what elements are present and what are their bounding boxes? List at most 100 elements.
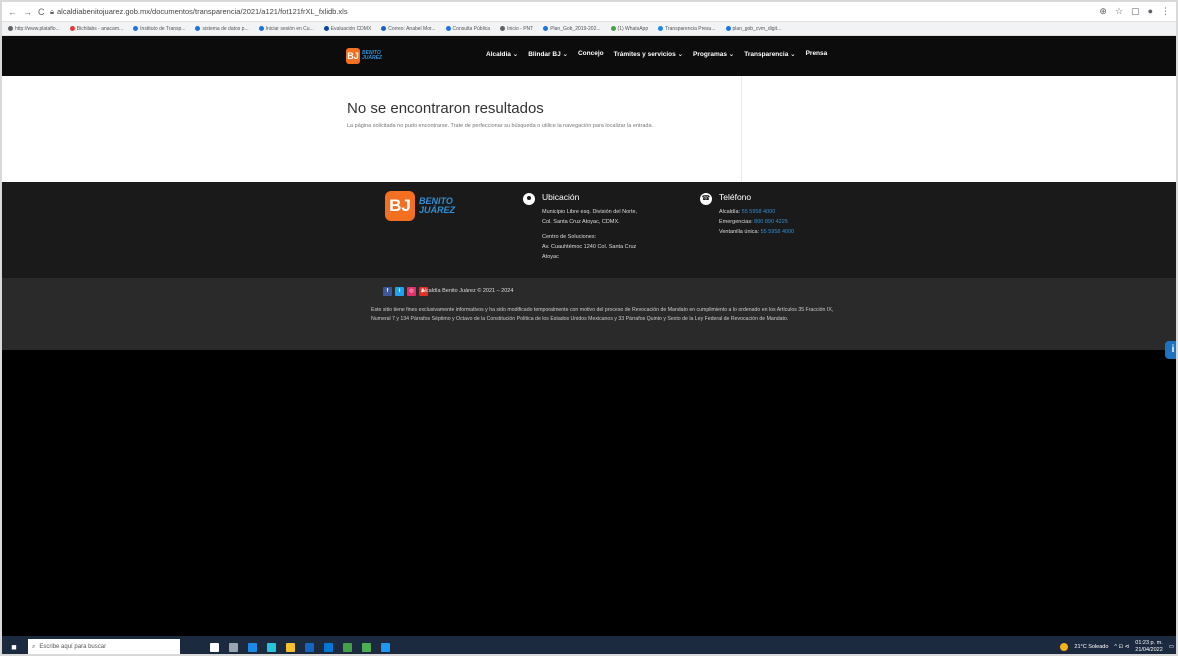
bookmark-favicon-icon — [69, 26, 75, 31]
bookmark-item[interactable]: Consulta Pública — [445, 25, 491, 32]
address-line: Municipio Libre esq. División del Norte, — [542, 209, 638, 215]
bookmark-favicon-icon — [725, 26, 731, 31]
taskbar-apps — [210, 642, 390, 652]
bookmark-label: Correo: Anabel Mor... — [388, 25, 436, 32]
phone-row: Alcaldía: 55 5958 4000 — [719, 209, 776, 215]
phone-row: Emergencias: 800 890 4225 — [719, 219, 788, 225]
bookmark-item[interactable]: Correo: Anabel Mor... — [381, 25, 436, 32]
page-blank-area — [2, 350, 1176, 636]
bookmark-favicon-icon — [658, 26, 664, 31]
location-address: Municipio Libre esq. División del Norte,… — [542, 207, 637, 262]
legal-notice: Este sitio tiene fines exclusivamente in… — [371, 307, 834, 322]
phone-link[interactable]: 55 5958 4000 — [761, 229, 795, 235]
notifications-icon[interactable]: ▭ — [1169, 644, 1174, 650]
bookmark-item[interactable]: Plan_Gob_2019-202... — [543, 26, 601, 32]
bookmark-item[interactable]: Inicio - PNT — [500, 26, 533, 32]
footer-logo-text: BENITO JUÁREZ — [419, 196, 456, 215]
nav-menu-item[interactable]: Concejo — [578, 50, 604, 58]
taskbar-app-icon[interactable] — [286, 642, 295, 652]
not-found-message: La página solicitada no pudo encontrarse… — [347, 123, 654, 129]
url-text: alcaldiabenitojuarez.gob.mx/documentos/t… — [57, 6, 348, 16]
bookmark-item[interactable]: http://www.plataflo... — [8, 26, 60, 32]
taskbar-app-icon[interactable] — [362, 642, 371, 652]
address-line: Av. Cuauhtémoc 1240 Col. Santa Cruz — [542, 244, 637, 250]
taskbar-app-icon[interactable] — [324, 642, 333, 652]
menu-icon[interactable]: ⋮ — [1161, 6, 1170, 17]
bookmark-favicon-icon — [543, 26, 549, 31]
weather-text[interactable]: 21°C Soleado — [1074, 644, 1108, 650]
bookmark-item[interactable]: Instituto de Transp... — [133, 26, 185, 32]
taskbar-app-icon[interactable] — [267, 642, 276, 652]
page-title: No se encontraron resultados — [347, 100, 544, 117]
phone-link[interactable]: 55 5958 4000 — [742, 209, 776, 215]
bookmark-favicon-icon — [195, 26, 201, 31]
bookmark-item[interactable]: (1) WhatsApp — [610, 25, 649, 32]
bookmark-favicon-icon — [445, 26, 451, 31]
bookmark-label: Evaluación CDMX — [330, 25, 372, 32]
url-field[interactable]: 🔒︎ alcaldiabenitojuarez.gob.mx/documentos… — [50, 7, 1099, 17]
address-line: Centro de Soluciones: — [542, 234, 597, 240]
clock[interactable]: 01:23 p. m. 21/04/2022 — [1135, 640, 1163, 654]
back-icon[interactable]: ← — [8, 7, 17, 17]
bookmark-item[interactable]: Bichilabs - anacam... — [69, 25, 124, 32]
main-menu: Alcaldía ⌄ Blindar BJ ⌄ Concejo Trámites y … — [486, 50, 827, 58]
bookmark-label: Bichilabs - anacam... — [76, 25, 124, 32]
bookmark-label: http://www.plataflo... — [15, 25, 60, 32]
weather-icon — [1060, 643, 1069, 651]
sidebar-divider — [741, 76, 742, 182]
nav-menu-item[interactable]: Blindar BJ ⌄ — [528, 50, 568, 58]
main-content: No se encontraron resultados La página s… — [2, 76, 1176, 182]
profile-icon[interactable]: ● — [1148, 6, 1153, 17]
bookmark-item[interactable]: Iniciar sesión en Cu... — [258, 26, 314, 32]
windows-start-icon[interactable]: ■ — [6, 636, 22, 654]
bookmark-favicon-icon — [133, 26, 139, 31]
taskbar-search[interactable]: ⌕ Escribe aquí para buscar — [28, 639, 180, 654]
accessibility-icon[interactable]: i — [1165, 341, 1176, 359]
facebook-icon[interactable]: f — [383, 287, 392, 296]
bookmark-item[interactable]: plan_gob_cvm_digit... — [725, 26, 781, 32]
system-tray: 21°C Soleado ^ ⊡ ⊲ 01:23 p. m. 21/04/2022… — [1060, 636, 1174, 654]
phone-title: Teléfono — [719, 192, 752, 202]
site-header: BJ BENITO JUÁREZ Alcaldía ⌄ Blindar BJ ⌄ Co… — [2, 36, 1176, 76]
screen: ← → C 🔒︎ alcaldiabenitojuarez.gob.mx/docu… — [0, 0, 1178, 656]
browser-address-bar: ← → C 🔒︎ alcaldiabenitojuarez.gob.mx/docu… — [2, 2, 1176, 22]
copyright-bar: f t ◎ ▶ Alcaldía Benito Juárez © 2021 – 202… — [2, 278, 1176, 350]
bookmark-favicon-icon — [500, 26, 506, 31]
copyright-text: Alcaldía Benito Juárez © 2021 – 2024 — [421, 288, 514, 294]
bookmark-favicon-icon — [381, 26, 387, 31]
bookmark-label: Instituto de Transp... — [140, 25, 186, 32]
bookmark-label: Transparencia Presu... — [665, 25, 716, 32]
taskbar-app-icon[interactable] — [229, 642, 238, 652]
taskbar-app-icon[interactable] — [248, 642, 257, 652]
nav-menu-item[interactable]: Trámites y servicios ⌄ — [614, 50, 683, 58]
taskbar-app-icon[interactable] — [305, 642, 314, 652]
window-icon[interactable]: ▢ — [1131, 6, 1140, 17]
taskbar-app-icon[interactable] — [210, 642, 219, 652]
footer: BJ BENITO JUÁREZ Ubicación Municipio Libr… — [2, 182, 1176, 278]
nav-menu-item[interactable]: Prensa — [806, 50, 828, 58]
star-icon[interactable]: ☆ — [1115, 6, 1123, 17]
bookmark-label: Consulta Pública — [452, 25, 491, 32]
tray-icons[interactable]: ^ ⊡ ⊲ — [1114, 644, 1129, 650]
twitter-icon[interactable]: t — [395, 287, 404, 296]
phone-row: Ventanilla única: 55 5958 4000 — [719, 229, 795, 235]
phone-icon: ☎ — [700, 193, 712, 205]
bookmark-item[interactable]: sistema de datos p... — [195, 26, 249, 32]
share-icon[interactable]: ⊕ — [1099, 6, 1107, 17]
taskbar-app-icon[interactable] — [381, 642, 390, 652]
site-logo[interactable]: BJ BENITO JUÁREZ — [346, 44, 382, 68]
bookmark-item[interactable]: Transparencia Presu... — [658, 25, 716, 32]
taskbar-app-icon[interactable] — [343, 642, 352, 652]
bookmark-item[interactable]: Evaluación CDMX — [323, 25, 372, 32]
logo-mark: BJ — [346, 48, 360, 64]
reload-icon[interactable]: C — [38, 7, 45, 17]
forward-icon[interactable]: → — [23, 7, 32, 17]
nav-menu-item[interactable]: Programas ⌄ — [693, 50, 734, 58]
instagram-icon[interactable]: ◎ — [407, 287, 416, 296]
phone-link[interactable]: 800 890 4225 — [754, 219, 788, 225]
nav-menu-item[interactable]: Transparencia ⌄ — [744, 50, 795, 58]
footer-logo[interactable]: BJ BENITO JUÁREZ — [385, 191, 455, 221]
phone-list: Alcaldía: 55 5958 4000 Emergencias: 800 … — [719, 207, 794, 237]
bookmark-label: (1) WhatsApp — [617, 25, 649, 32]
nav-menu-item[interactable]: Alcaldía ⌄ — [486, 50, 518, 58]
